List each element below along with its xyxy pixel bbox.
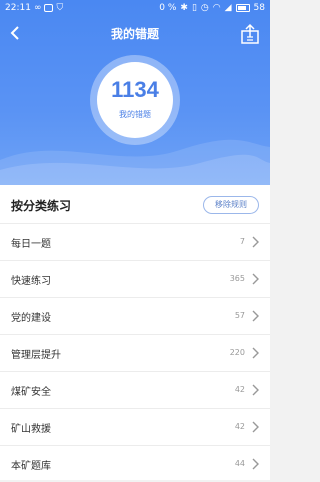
nav-bar: 我的错题 bbox=[0, 22, 270, 46]
category-label: 矿山救援 bbox=[11, 424, 51, 435]
category-count: 44 bbox=[234, 459, 245, 468]
shield-icon: ⛉ bbox=[56, 3, 64, 13]
link-icon: ∞ bbox=[33, 3, 42, 13]
wrong-count-label: 我的错题 bbox=[119, 110, 151, 119]
category-count: 57 bbox=[234, 311, 245, 320]
chevron-right-icon bbox=[252, 421, 259, 433]
category-label: 每日一题 bbox=[11, 239, 51, 250]
status-time: 22:11 bbox=[5, 3, 31, 13]
wifi-icon: ◠ bbox=[212, 3, 221, 13]
chevron-right-icon bbox=[252, 310, 259, 322]
wrong-count: 1134 bbox=[111, 77, 159, 102]
category-row-mine-bank[interactable]: 本矿题库 44 bbox=[0, 445, 270, 482]
category-row-party[interactable]: 党的建设 57 bbox=[0, 297, 270, 334]
bluetooth-icon: ✱ bbox=[180, 3, 188, 13]
category-count: 365 bbox=[229, 274, 245, 283]
category-count: 220 bbox=[229, 348, 245, 357]
category-label: 本矿题库 bbox=[11, 461, 51, 472]
chevron-right-icon bbox=[252, 273, 259, 285]
alarm-icon: ◷ bbox=[200, 3, 209, 13]
category-label: 党的建设 bbox=[11, 313, 51, 324]
category-list: 每日一题 7 快速练习 365 党的建设 57 管理层提升 220 煤矿安全 4… bbox=[0, 223, 270, 482]
chevron-right-icon bbox=[252, 236, 259, 248]
remove-rules-button[interactable]: 移除规则 bbox=[203, 196, 259, 214]
chevron-right-icon bbox=[252, 347, 259, 359]
category-label: 管理层提升 bbox=[11, 350, 61, 361]
category-row-mine-safety[interactable]: 煤矿安全 42 bbox=[0, 371, 270, 408]
category-count: 42 bbox=[234, 385, 245, 394]
header-banner: 22:11 ∞ ⛉ 0 % ✱ ▯ ◷ ◠ ◢ 58 我的错题 1134 我的错 bbox=[0, 0, 270, 185]
category-label: 煤矿安全 bbox=[11, 387, 51, 398]
section-title: 按分类练习 bbox=[11, 199, 72, 213]
category-card: 按分类练习 移除规则 每日一题 7 快速练习 365 党的建设 57 管理层提升… bbox=[0, 185, 270, 480]
signal-icon: ◢ bbox=[224, 3, 232, 13]
vibrate-icon: ▯ bbox=[191, 3, 197, 13]
category-label: 快速练习 bbox=[11, 276, 51, 287]
category-count: 42 bbox=[234, 422, 245, 431]
category-row-rescue[interactable]: 矿山救援 42 bbox=[0, 408, 270, 445]
category-row-daily[interactable]: 每日一题 7 bbox=[0, 223, 270, 260]
chevron-right-icon bbox=[252, 384, 259, 396]
chevron-right-icon bbox=[252, 458, 259, 470]
status-bar: 22:11 ∞ ⛉ 0 % ✱ ▯ ◷ ◠ ◢ 58 bbox=[0, 0, 270, 18]
section-header: 按分类练习 移除规则 bbox=[0, 185, 270, 223]
page-title: 我的错题 bbox=[110, 27, 159, 41]
battery-level: 58 bbox=[253, 3, 265, 13]
count-badge: 1134 我的错题 bbox=[97, 62, 173, 138]
category-row-quick[interactable]: 快速练习 365 bbox=[0, 260, 270, 297]
battery-icon bbox=[235, 4, 250, 12]
network-speed: 0 % bbox=[159, 3, 177, 13]
share-icon[interactable] bbox=[239, 23, 261, 45]
image-icon bbox=[44, 4, 54, 12]
category-row-management[interactable]: 管理层提升 220 bbox=[0, 334, 270, 371]
category-count: 7 bbox=[239, 237, 245, 246]
